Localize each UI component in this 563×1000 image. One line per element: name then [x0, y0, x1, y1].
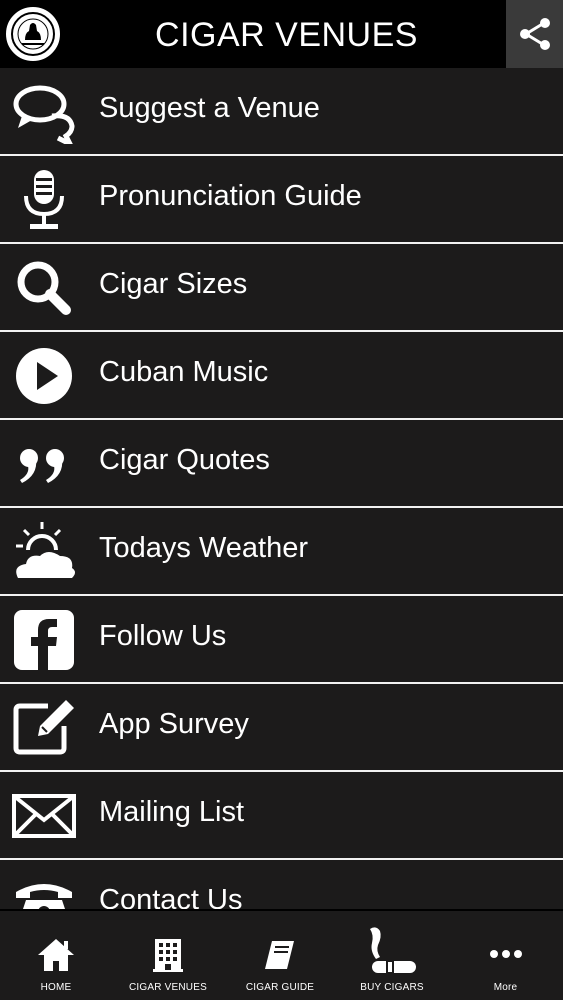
- tab-cigar-venues[interactable]: CIGAR VENUES: [112, 911, 224, 1000]
- menu-item-suggest-venue[interactable]: Suggest a Venue: [0, 68, 563, 156]
- menu-item-label: Cigar Sizes: [99, 268, 248, 300]
- tab-label: More: [493, 982, 518, 993]
- cigar-club-logo[interactable]: [6, 7, 60, 61]
- tab-label: CIGAR GUIDE: [245, 982, 315, 993]
- bottom-tab-bar: HOME CIGAR VENUES CIGAR GUIDE BUY CIGARS…: [0, 909, 563, 1000]
- weather-icon: [12, 520, 76, 584]
- envelope-icon: [12, 784, 76, 848]
- play-icon: [12, 344, 76, 408]
- menu-item-pronunciation-guide[interactable]: Pronunciation Guide: [0, 156, 563, 244]
- menu-item-contact-us[interactable]: Contact Us: [0, 860, 563, 909]
- facebook-icon: [12, 608, 76, 672]
- share-button[interactable]: [506, 0, 563, 68]
- speech-bubbles-icon: [12, 80, 76, 144]
- tab-more[interactable]: More: [448, 911, 563, 1000]
- more-icon: [489, 949, 523, 959]
- home-icon: [36, 937, 76, 973]
- menu-item-cigar-sizes[interactable]: Cigar Sizes: [0, 244, 563, 332]
- tab-home[interactable]: HOME: [0, 911, 112, 1000]
- search-icon: [12, 256, 76, 320]
- menu-item-label: Cuban Music: [99, 356, 269, 388]
- menu-item-mailing-list[interactable]: Mailing List: [0, 772, 563, 860]
- menu-item-label: App Survey: [99, 708, 249, 740]
- menu-item-app-survey[interactable]: App Survey: [0, 684, 563, 772]
- tab-cigar-guide[interactable]: CIGAR GUIDE: [224, 911, 336, 1000]
- menu-item-label: Todays Weather: [99, 532, 309, 564]
- menu-item-todays-weather[interactable]: Todays Weather: [0, 508, 563, 596]
- quote-icon: [12, 432, 76, 496]
- menu-item-label: Suggest a Venue: [99, 92, 320, 124]
- menu-item-cigar-quotes[interactable]: Cigar Quotes: [0, 420, 563, 508]
- tab-buy-cigars[interactable]: BUY CIGARS: [336, 911, 448, 1000]
- tab-label: HOME: [40, 982, 72, 993]
- menu-list[interactable]: Suggest a Venue Pronunciation Guide Ciga…: [0, 68, 563, 909]
- menu-item-label: Follow Us: [99, 620, 227, 652]
- share-icon: [520, 18, 550, 50]
- tab-label: CIGAR VENUES: [129, 982, 207, 993]
- menu-item-label: Pronunciation Guide: [99, 180, 362, 212]
- menu-item-follow-us[interactable]: Follow Us: [0, 596, 563, 684]
- edit-icon: [12, 696, 76, 760]
- building-icon: [151, 937, 185, 973]
- cigar-icon: [364, 925, 420, 979]
- menu-item-label: Cigar Quotes: [99, 444, 270, 476]
- page-title: CIGAR VENUES: [155, 16, 418, 54]
- menu-item-cuban-music[interactable]: Cuban Music: [0, 332, 563, 420]
- phone-icon: [12, 872, 76, 909]
- menu-item-label: Mailing List: [99, 796, 245, 828]
- tab-label: BUY CIGARS: [360, 982, 424, 993]
- menu-item-label: Contact Us: [99, 884, 243, 909]
- app-header: CIGAR VENUES: [0, 0, 563, 68]
- book-icon: [262, 937, 298, 971]
- microphone-icon: [12, 168, 76, 232]
